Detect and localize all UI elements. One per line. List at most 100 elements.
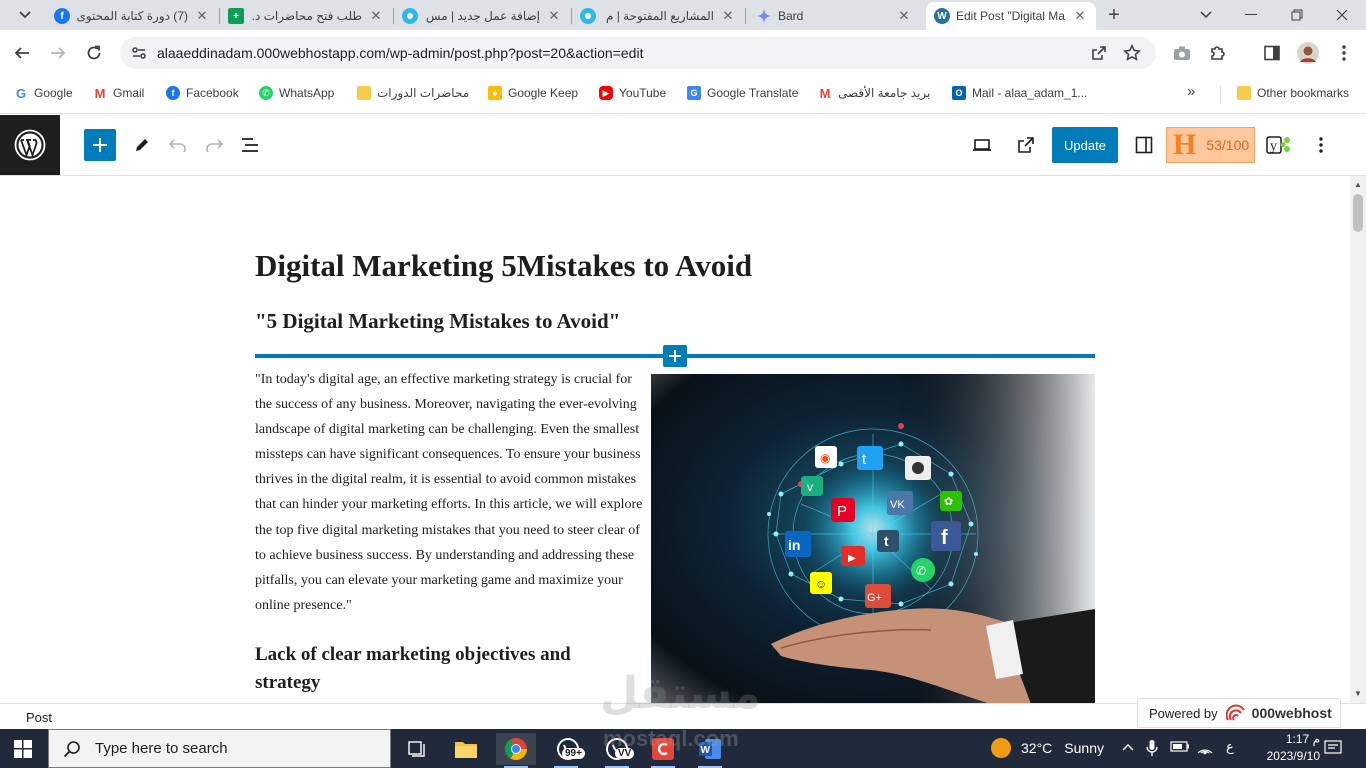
canva-taskbar-button[interactable] [643,733,683,768]
redo-button[interactable] [202,133,226,157]
whatsapp-taskbar-button[interactable]: 99+ [546,733,590,768]
tab-4[interactable]: Bard ✕ [748,2,920,30]
close-icon[interactable]: ✕ [546,8,562,24]
minimize-button[interactable] [1231,4,1271,26]
section-heading[interactable]: Lack of clear marketing objectives and s… [255,641,635,697]
settings-sidebar-button[interactable] [1132,133,1156,157]
bookmark-whatsapp[interactable]: ✆ WhatsApp [259,86,334,100]
restore-button[interactable] [1277,4,1317,26]
camera-extension-button[interactable] [1171,42,1193,64]
microphone-tray-button[interactable] [1146,739,1158,760]
insert-block-button[interactable] [663,345,687,367]
extensions-button[interactable] [1207,42,1229,64]
tab-0[interactable]: f (7) دورة كتابة المحتوى ✕ [46,2,218,30]
restore-icon [1291,9,1303,21]
close-icon[interactable]: ✕ [896,8,912,24]
bookmark-folder-lectures[interactable]: محاضرات الدورات [357,86,469,100]
url-text[interactable]: alaaeddinadam.000webhostapp.com/wp-admin… [157,45,643,61]
facebook-icon: f [166,86,180,100]
tab-5-active[interactable]: W Edit Post "Digital Ma ✕ [926,2,1096,30]
block-breadcrumb[interactable]: Post [26,710,52,725]
close-window-button[interactable] [1322,4,1362,26]
post-title[interactable]: Digital Marketing 5Mistakes to Avoid [255,248,752,284]
undo-button[interactable] [166,133,190,157]
back-button[interactable] [10,41,34,65]
show-hidden-icons-button[interactable] [1122,740,1134,754]
close-icon[interactable]: ✕ [1072,8,1088,24]
battery-tray-button[interactable] [1170,740,1190,757]
more-bookmarks-button[interactable]: » [1187,83,1195,100]
temperature-value: 32°C [1021,740,1053,756]
taskbar-search-box[interactable]: Type here to search [48,729,391,768]
forward-button[interactable] [46,41,70,65]
close-icon[interactable]: ✕ [368,8,384,24]
tab-3[interactable]: المشاريع المفتوحة | م ✕ [572,2,744,30]
side-panel-button[interactable] [1261,42,1283,64]
document-overview-button[interactable] [238,133,262,157]
close-icon[interactable]: ✕ [194,8,210,24]
share-icon[interactable] [1090,44,1108,62]
chevron-down-icon [19,11,31,19]
options-menu-button[interactable] [1309,133,1333,157]
tab-list-button[interactable] [1186,4,1226,26]
view-post-button[interactable] [1014,133,1038,157]
scroll-down-icon[interactable]: ▼ [1354,689,1362,698]
chrome-taskbar-button[interactable] [496,733,536,768]
tab-2[interactable]: إضافة عمل جديد | مس ✕ [394,2,570,30]
hs-logo-icon: H [1173,128,1197,161]
bookmark-google-translate[interactable]: G Google Translate [687,86,798,100]
mostaql-icon [402,8,418,24]
intro-paragraph[interactable]: "In today's digital age, an effective ma… [255,367,645,618]
weather-widget[interactable]: 32°C Sunny [991,738,1104,758]
address-bar[interactable]: alaaeddinadam.000webhostapp.com/wp-admin… [120,37,1156,69]
star-icon[interactable] [1123,44,1141,62]
bookmark-outlook-mail[interactable]: O Mail - alaa_adam_1... [952,86,1087,100]
input-language-indicator[interactable]: ع [1226,739,1234,755]
yoast-seo-button[interactable]: y [1264,133,1296,157]
bookmark-aqsa-mail[interactable]: M بريد جامعة الأقصى [818,86,931,101]
seo-score-button[interactable]: H 53/100 [1166,127,1255,163]
tab-1[interactable]: + طلب فتح محاضرات د. ✕ [220,2,392,30]
reload-button[interactable] [82,41,106,65]
bookmark-facebook[interactable]: f Facebook [166,86,239,100]
preview-button[interactable] [970,133,994,157]
bookmark-gmail[interactable]: M Gmail [93,85,145,101]
scroll-up-icon[interactable]: ▲ [1354,180,1362,189]
site-info-icon[interactable] [130,44,148,62]
new-tab-button[interactable]: + [1102,4,1126,26]
word-taskbar-button[interactable]: W [690,733,730,768]
chrome-menu-button[interactable] [1333,42,1355,64]
whatsapp-second-taskbar-button[interactable]: VV [597,733,637,768]
kebab-menu-icon [1342,45,1346,61]
network-tray-button[interactable] [1196,740,1214,759]
update-button[interactable]: Update [1052,127,1118,163]
close-icon [1336,9,1348,21]
bookmark-google[interactable]: G Google [14,86,73,101]
file-explorer-button[interactable] [446,733,486,765]
windows-taskbar: Type here to search 99+ VV W 32°C Sunny … [0,729,1366,768]
notifications-button[interactable] [1324,740,1342,759]
tools-button[interactable] [130,133,154,157]
close-icon[interactable]: ✕ [720,8,736,24]
powered-by-badge[interactable]: Powered by 000webhost [1137,698,1341,728]
post-subtitle[interactable]: "5 Digital Marketing Mistakes to Avoid" [255,309,620,334]
task-view-button[interactable] [396,733,436,765]
yoast-icon: y [1266,136,1290,154]
svg-text:y: y [1270,139,1277,154]
scrollbar-thumb[interactable] [1353,194,1363,232]
block-inserter-button[interactable] [84,129,116,161]
plus-icon [93,138,107,152]
bookmark-youtube[interactable]: ▶ YouTube [599,86,666,100]
canvas-scrollbar[interactable]: ▲ ▼ [1350,176,1366,703]
tab-search-button[interactable] [12,5,38,25]
start-button[interactable] [14,740,32,761]
profile-avatar[interactable] [1297,42,1319,64]
other-bookmarks-folder[interactable]: Other bookmarks [1237,86,1349,100]
wordpress-logo-button[interactable] [0,115,60,175]
puzzle-icon [1211,46,1225,60]
featured-image[interactable]: ◉ t v P VK ✿ in t f ▶ ✆ ☺ G+ [651,374,1095,703]
gmail-icon: M [94,85,106,101]
system-clock[interactable]: 1:17 م 2023/9/10 [1250,731,1320,765]
bookmark-google-keep[interactable]: ● Google Keep [488,86,578,100]
folder-icon [455,742,477,758]
